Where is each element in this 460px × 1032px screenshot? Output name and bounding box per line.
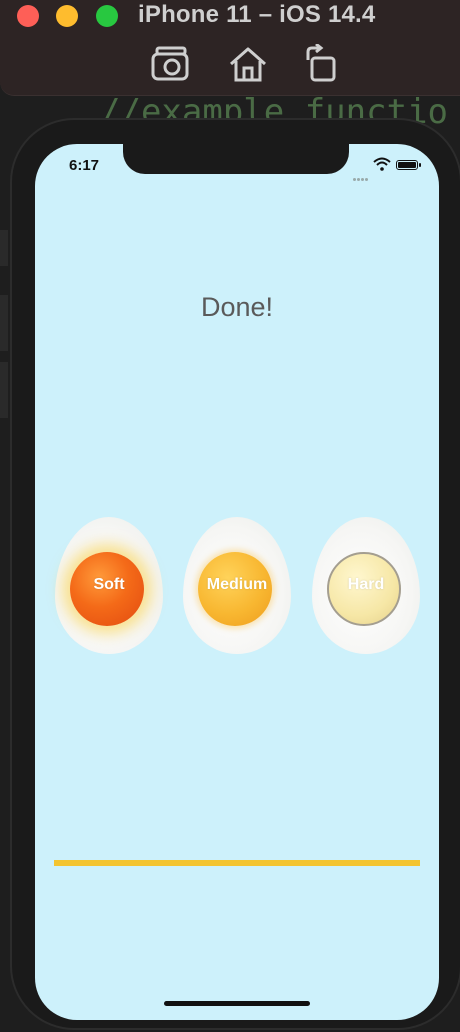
progress-bar: [54, 860, 420, 866]
editor-gutter-marker: [0, 295, 8, 351]
app-screen: 6:17 Done! Soft Medium Hard: [35, 144, 439, 1020]
cellular-signal-icon: [353, 168, 369, 186]
rotate-icon: [306, 42, 336, 82]
minimize-window-button[interactable]: [56, 5, 78, 27]
close-window-button[interactable]: [17, 5, 39, 27]
hard-egg-label: Hard: [347, 576, 385, 593]
camera-icon: [151, 46, 189, 81]
medium-egg-label: Medium: [206, 576, 268, 593]
editor-gutter-marker: [0, 230, 8, 266]
simulator-titlebar: iPhone 11 – iOS 14.4: [0, 0, 460, 96]
soft-egg-button[interactable]: Soft: [55, 517, 163, 654]
zoom-window-button[interactable]: [96, 5, 118, 27]
window-title: iPhone 11 – iOS 14.4: [138, 1, 376, 28]
notch: [123, 144, 349, 174]
progress-bar-fill: [54, 860, 420, 866]
soft-egg-label: Soft: [93, 576, 125, 593]
editor-gutter-marker: [0, 362, 8, 418]
home-indicator[interactable]: [164, 1001, 310, 1006]
rotate-button[interactable]: [300, 42, 344, 84]
home-icon: [230, 47, 266, 82]
wifi-icon: [373, 157, 391, 171]
medium-egg-button[interactable]: Medium: [183, 517, 291, 654]
title-label: Done!: [200, 292, 274, 322]
status-time: 6:17: [69, 157, 100, 174]
hard-egg-button[interactable]: Hard: [312, 517, 420, 654]
home-button[interactable]: [226, 44, 270, 84]
screenshot-button[interactable]: [149, 44, 193, 84]
battery-icon: [396, 160, 421, 170]
